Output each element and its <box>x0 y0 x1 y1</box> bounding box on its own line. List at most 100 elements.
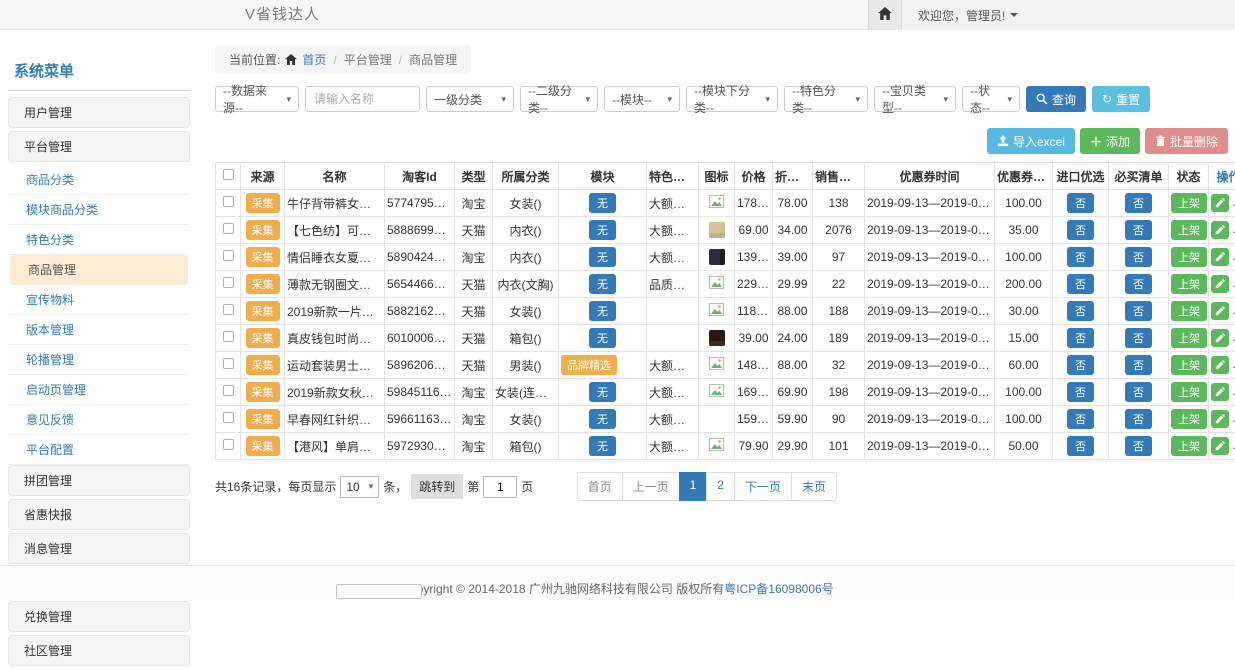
must-buy-toggle[interactable]: 否 <box>1125 382 1152 402</box>
edit-button[interactable] <box>1211 329 1229 347</box>
sidebar-item[interactable]: 模块商品分类 <box>8 195 190 225</box>
import-pick-toggle[interactable]: 否 <box>1067 409 1094 429</box>
row-checkbox[interactable] <box>223 277 234 288</box>
row-checkbox[interactable] <box>223 439 234 450</box>
query-button[interactable]: 查询 <box>1026 86 1086 112</box>
must-buy-toggle[interactable]: 否 <box>1125 247 1152 267</box>
status-toggle[interactable]: 上架 <box>1171 436 1207 456</box>
must-buy-toggle[interactable]: 否 <box>1125 274 1152 294</box>
sidebar-section[interactable]: 平台管理 <box>8 131 190 162</box>
cell-category: 男装() <box>493 352 559 379</box>
page-button-上一页[interactable]: 上一页 <box>622 472 680 501</box>
page-button-1[interactable]: 1 <box>679 472 708 501</box>
sidebar-section[interactable]: 消息管理 <box>8 533 190 564</box>
import-pick-toggle[interactable]: 否 <box>1067 301 1094 321</box>
import-pick-toggle[interactable]: 否 <box>1067 247 1094 267</box>
row-checkbox[interactable] <box>223 385 234 396</box>
sidebar-item[interactable]: 特色分类 <box>8 225 190 255</box>
select-all-checkbox[interactable] <box>223 169 234 180</box>
status-toggle[interactable]: 上架 <box>1171 328 1207 348</box>
sidebar-section[interactable]: 兑换管理 <box>8 601 190 632</box>
module-sub-filter-select[interactable]: --模块下分类--▾ <box>686 86 778 112</box>
table-row: 采集情侣睡衣女夏丝绸男士...589042420344淘宝内衣()无大额优惠券1… <box>216 244 1235 271</box>
sidebar-section[interactable]: 社区管理 <box>8 635 190 666</box>
name-filter-input[interactable] <box>305 86 420 112</box>
status-filter-select[interactable]: --状态--▾ <box>962 86 1020 112</box>
status-toggle[interactable]: 上架 <box>1171 220 1207 240</box>
import-excel-button[interactable]: 导入excel <box>987 128 1075 154</box>
status-toggle[interactable]: 上架 <box>1171 301 1207 321</box>
status-toggle[interactable]: 上架 <box>1171 355 1207 375</box>
edit-button[interactable] <box>1211 302 1229 320</box>
sidebar-section[interactable]: 拼团管理 <box>8 465 190 496</box>
must-buy-toggle[interactable]: 否 <box>1125 193 1152 213</box>
edit-button[interactable] <box>1211 356 1229 374</box>
category-level1-filter-select[interactable]: 一级分类▾ <box>426 86 514 112</box>
edit-button[interactable] <box>1211 194 1229 212</box>
row-checkbox[interactable] <box>223 412 234 423</box>
page-button-首页[interactable]: 首页 <box>577 472 623 501</box>
must-buy-toggle[interactable]: 否 <box>1125 301 1152 321</box>
edit-button[interactable] <box>1211 410 1229 428</box>
data-source-filter-select[interactable]: --数据来源--▾ <box>215 86 299 112</box>
page-button-下一页[interactable]: 下一页 <box>734 472 792 501</box>
edit-button[interactable] <box>1211 383 1229 401</box>
must-buy-toggle[interactable]: 否 <box>1125 409 1152 429</box>
add-button[interactable]: ＋ 添加 <box>1080 128 1140 154</box>
import-pick-toggle[interactable]: 否 <box>1067 220 1094 240</box>
item-type-filter-select[interactable]: --宝贝类型--▾ <box>874 86 956 112</box>
user-menu[interactable]: 欢迎您，管理员! <box>902 0 1034 30</box>
jump-button[interactable]: 跳转到 <box>411 474 463 499</box>
reset-button[interactable]: ↻ 重置 <box>1092 86 1150 112</box>
status-toggle[interactable]: 上架 <box>1171 409 1207 429</box>
sidebar-section[interactable]: 省惠快报 <box>8 499 190 530</box>
home-button[interactable] <box>868 0 902 30</box>
batch-delete-button[interactable]: 批量删除 <box>1145 128 1228 154</box>
import-pick-toggle[interactable]: 否 <box>1067 193 1094 213</box>
page-button-末页[interactable]: 末页 <box>791 472 837 501</box>
import-pick-toggle[interactable]: 否 <box>1067 328 1094 348</box>
per-page-select[interactable]: 10 ▾ <box>340 476 379 498</box>
edit-button[interactable] <box>1211 221 1229 239</box>
row-checkbox[interactable] <box>223 196 234 207</box>
row-checkbox[interactable] <box>223 304 234 315</box>
edit-button[interactable] <box>1211 248 1229 266</box>
sidebar-item[interactable]: 宣传物料 <box>8 285 190 315</box>
sidebar-item[interactable]: 商品管理 <box>10 255 188 285</box>
import-pick-toggle[interactable]: 否 <box>1067 355 1094 375</box>
page-button-2[interactable]: 2 <box>706 472 735 501</box>
must-buy-toggle[interactable]: 否 <box>1125 328 1152 348</box>
edit-button[interactable] <box>1211 275 1229 293</box>
sidebar-item[interactable]: 版本管理 <box>8 315 190 345</box>
category-level2-filter-select[interactable]: --二级分类--▾ <box>520 86 598 112</box>
cell-status: 上架 <box>1169 217 1209 244</box>
module-filter-select[interactable]: --模块--▾ <box>604 86 680 112</box>
page-number-input[interactable] <box>483 476 517 498</box>
import-pick-toggle[interactable]: 否 <box>1067 436 1094 456</box>
row-checkbox[interactable] <box>223 358 234 369</box>
goods-table: 来源名称淘客Id类型所属分类模块特色分类图标价格折后价销售数量优惠券时间优惠券金… <box>215 162 1235 460</box>
edit-button[interactable] <box>1211 437 1229 455</box>
status-toggle[interactable]: 上架 <box>1171 193 1207 213</box>
must-buy-toggle[interactable]: 否 <box>1125 436 1152 456</box>
sidebar-item[interactable]: 平台配置 <box>8 435 190 465</box>
icp-link[interactable]: 粤ICP备16098006号 <box>724 582 833 596</box>
breadcrumb-home-link[interactable]: 首页 <box>302 51 326 68</box>
row-checkbox[interactable] <box>223 250 234 261</box>
select-value: 一级分类 <box>434 91 482 108</box>
import-pick-toggle[interactable]: 否 <box>1067 382 1094 402</box>
sidebar-section[interactable]: 用户管理 <box>8 97 190 128</box>
row-checkbox[interactable] <box>223 223 234 234</box>
import-pick-toggle[interactable]: 否 <box>1067 274 1094 294</box>
status-toggle[interactable]: 上架 <box>1171 247 1207 267</box>
sidebar-item[interactable]: 商品分类 <box>8 165 190 195</box>
status-toggle[interactable]: 上架 <box>1171 382 1207 402</box>
feature-category-filter-select[interactable]: --特色分类--▾ <box>784 86 868 112</box>
sidebar-item[interactable]: 轮播管理 <box>8 345 190 375</box>
sidebar-item[interactable]: 启动页管理 <box>8 375 190 405</box>
status-toggle[interactable]: 上架 <box>1171 274 1207 294</box>
must-buy-toggle[interactable]: 否 <box>1125 220 1152 240</box>
must-buy-toggle[interactable]: 否 <box>1125 355 1152 375</box>
row-checkbox[interactable] <box>223 331 234 342</box>
sidebar-item[interactable]: 意见反馈 <box>8 405 190 435</box>
